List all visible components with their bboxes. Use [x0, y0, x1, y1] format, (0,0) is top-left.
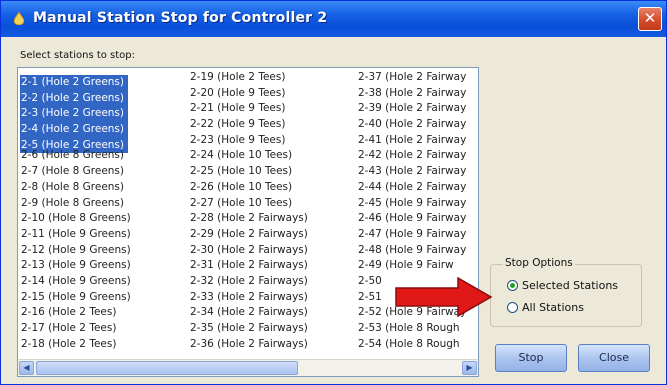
station-item[interactable]: 2-25 (Hole 10 Tees) [189, 164, 354, 180]
station-item[interactable]: 2-13 (Hole 9 Greens) [20, 258, 180, 274]
station-item[interactable]: 2-15 (Hole 9 Greens) [20, 290, 180, 306]
horizontal-scrollbar[interactable]: ◀ ▶ [18, 359, 478, 376]
station-item[interactable]: 2-28 (Hole 2 Fairways) [189, 211, 354, 227]
station-item[interactable]: 2-31 (Hole 2 Fairways) [189, 258, 354, 274]
station-item[interactable]: 2-53 (Hole 8 Rough [357, 321, 478, 337]
all-stations-radio[interactable] [507, 302, 518, 313]
station-item[interactable]: 2-48 (Hole 9 Fairway [357, 243, 478, 259]
station-item[interactable]: 2-32 (Hole 2 Fairways) [189, 274, 354, 290]
stations-column-2: 2-19 (Hole 2 Tees) 2-20 (Hole 9 Tees) 2-21… [189, 70, 354, 352]
station-item[interactable]: 2-40 (Hole 2 Fairway [357, 117, 478, 133]
station-item[interactable]: 2-16 (Hole 2 Tees) [20, 305, 180, 321]
selected-stations-option[interactable]: Selected Stations [507, 279, 618, 292]
close-button[interactable]: Close [578, 344, 650, 372]
station-item[interactable]: 2-6 (Hole 8 Greens) [20, 148, 180, 164]
station-item[interactable]: 2-46 (Hole 9 Fairway [357, 211, 478, 227]
scroll-left-arrow-icon[interactable]: ◀ [19, 361, 34, 375]
selected-stations-label: Selected Stations [522, 279, 619, 292]
scroll-right-arrow-icon[interactable]: ▶ [462, 361, 477, 375]
station-item[interactable]: 2-35 (Hole 2 Fairways) [189, 321, 354, 337]
station-item[interactable]: 2-23 (Hole 9 Tees) [189, 133, 354, 149]
stop-options-group [490, 264, 642, 327]
stations-column-1: 2-1 (Hole 2 Greens) 2-2 (Hole 2 Greens) 2-… [20, 70, 180, 352]
station-item[interactable]: 2-19 (Hole 2 Tees) [189, 70, 354, 86]
all-stations-label: All Stations [522, 301, 584, 314]
station-item[interactable]: 2-10 (Hole 8 Greens) [20, 211, 180, 227]
station-item[interactable]: 2-29 (Hole 2 Fairways) [189, 227, 354, 243]
station-item[interactable]: 2-9 (Hole 8 Greens) [20, 196, 180, 212]
station-item[interactable]: 2-21 (Hole 9 Tees) [189, 101, 354, 117]
stations-list-label: Select stations to stop: [20, 50, 136, 61]
station-item[interactable]: 2-30 (Hole 2 Fairways) [189, 243, 354, 259]
station-item[interactable]: 2-20 (Hole 9 Tees) [189, 86, 354, 102]
station-item[interactable]: 2-24 (Hole 10 Tees) [189, 148, 354, 164]
selected-stations-radio[interactable] [507, 280, 518, 291]
station-item[interactable]: 2-17 (Hole 2 Tees) [20, 321, 180, 337]
station-item[interactable]: 2-33 (Hole 2 Fairways) [189, 290, 354, 306]
station-item[interactable]: 2-45 (Hole 9 Fairway [357, 196, 478, 212]
station-item[interactable]: 2-18 (Hole 2 Tees) [20, 337, 180, 353]
station-item[interactable]: 2-39 (Hole 2 Fairway [357, 101, 478, 117]
drop-icon [14, 12, 24, 25]
station-item[interactable]: 2-49 (Hole 9 Fairw [357, 258, 478, 274]
station-item[interactable]: 2-34 (Hole 2 Fairways) [189, 305, 354, 321]
station-item[interactable]: 2-22 (Hole 9 Tees) [189, 117, 354, 133]
station-item[interactable]: 2-14 (Hole 9 Greens) [20, 274, 180, 290]
red-arrow-icon [395, 277, 493, 317]
window-title: Manual Station Stop for Controller 2 [33, 10, 328, 26]
title-bar[interactable]: Manual Station Stop for Controller 2 ✕ [1, 1, 666, 37]
stop-button[interactable]: Stop [495, 344, 567, 372]
station-item[interactable]: 2-47 (Hole 9 Fairway [357, 227, 478, 243]
scroll-thumb[interactable] [36, 361, 298, 375]
station-item[interactable]: 2-11 (Hole 9 Greens) [20, 227, 180, 243]
station-item[interactable]: 2-12 (Hole 9 Greens) [20, 243, 180, 259]
close-window-button[interactable]: ✕ [638, 7, 662, 31]
station-item[interactable]: 2-41 (Hole 2 Fairway [357, 133, 478, 149]
all-stations-option[interactable]: All Stations [507, 301, 584, 314]
station-item[interactable]: 2-37 (Hole 2 Fairway [357, 70, 478, 86]
stop-options-label: Stop Options [503, 257, 575, 269]
station-item[interactable]: 2-43 (Hole 2 Fairway [357, 164, 478, 180]
station-item[interactable]: 2-36 (Hole 2 Fairways) [189, 337, 354, 353]
stations-listbox[interactable]: 2-1 (Hole 2 Greens) 2-2 (Hole 2 Greens) 2-… [17, 67, 479, 377]
station-item[interactable]: 2-7 (Hole 8 Greens) [20, 164, 180, 180]
station-item[interactable]: 2-27 (Hole 10 Tees) [189, 196, 354, 212]
station-item[interactable]: 2-38 (Hole 2 Fairway [357, 86, 478, 102]
dialog-window: Manual Station Stop for Controller 2 ✕ S… [0, 0, 667, 385]
station-item[interactable]: 2-26 (Hole 10 Tees) [189, 180, 354, 196]
station-item[interactable]: 2-42 (Hole 2 Fairway [357, 148, 478, 164]
station-item[interactable]: 2-8 (Hole 8 Greens) [20, 180, 180, 196]
station-item[interactable]: 2-44 (Hole 2 Fairway [357, 180, 478, 196]
station-item[interactable]: 2-54 (Hole 8 Rough [357, 337, 478, 353]
